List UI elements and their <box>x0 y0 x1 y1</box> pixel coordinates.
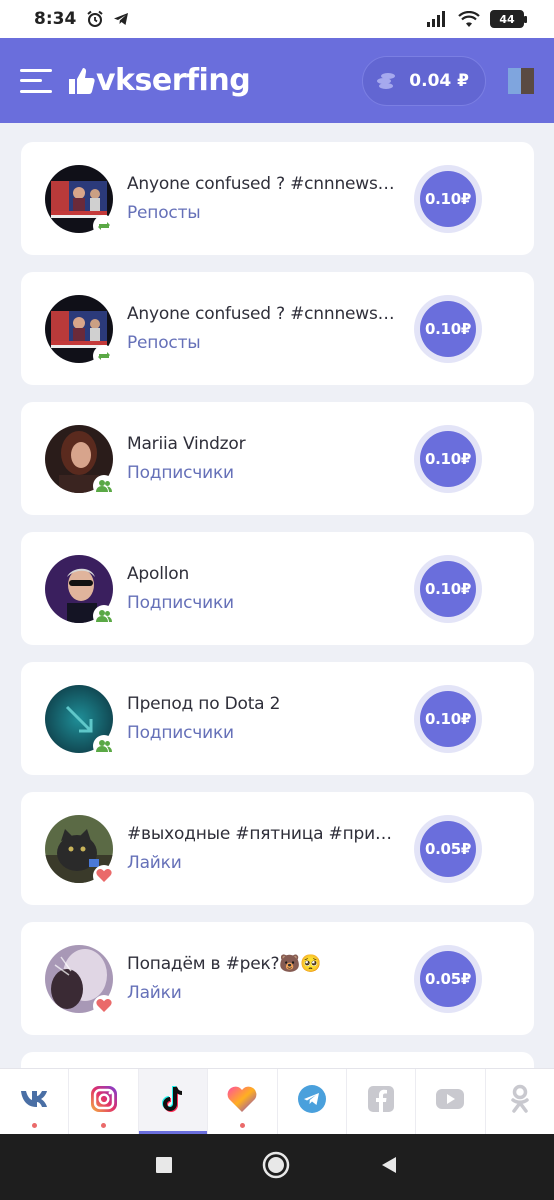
task-card[interactable]: Mariia Vindzor Подписчики 0.10₽ <box>21 402 534 515</box>
battery-level: 44 <box>499 12 515 26</box>
price-button[interactable]: 0.05₽ <box>414 814 482 883</box>
price-value: 0.05₽ <box>420 950 476 1007</box>
task-type: Подписчики <box>127 463 234 483</box>
coins-icon <box>377 72 396 89</box>
followers-icon <box>93 474 115 497</box>
status-bar: 8:34 44 <box>0 0 554 38</box>
task-type: Лайки <box>127 853 182 873</box>
nav-odnoklassniki[interactable] <box>486 1069 554 1134</box>
signal-icon <box>427 11 445 27</box>
nav-tiktok[interactable] <box>138 1069 209 1134</box>
repost-icon <box>93 214 115 237</box>
task-avatar <box>45 294 115 367</box>
facebook-icon <box>366 1084 396 1119</box>
nav-vk[interactable] <box>0 1069 70 1134</box>
task-card[interactable]: #выходные #пятница #приколы Лайки 0.05₽ <box>21 792 534 905</box>
heart-icon <box>93 994 115 1017</box>
task-type: Подписчики <box>127 723 234 743</box>
task-title: #выходные #пятница #приколы <box>127 824 397 844</box>
price-button[interactable]: 0.10₽ <box>414 294 482 363</box>
price-button[interactable]: 0.10₽ <box>414 424 482 493</box>
nav-telegram[interactable] <box>278 1069 347 1134</box>
thumbs-up-logo-icon <box>69 67 95 94</box>
nav-youtube[interactable] <box>416 1069 486 1134</box>
task-avatar <box>45 554 115 627</box>
price-value: 0.05₽ <box>420 820 476 877</box>
price-button[interactable]: 0.10₽ <box>414 684 482 753</box>
task-list: Anyone confused ? #cnnnews #tr Репосты 0.1… <box>21 142 534 1109</box>
task-type: Репосты <box>127 333 201 353</box>
task-title: Anyone confused ? #cnnnews #tr <box>127 304 397 324</box>
telegram-status-icon <box>114 13 129 25</box>
vk-icon <box>19 1089 49 1114</box>
task-avatar <box>45 424 115 497</box>
task-avatar <box>45 684 115 757</box>
price-button[interactable]: 0.05₽ <box>414 944 482 1013</box>
task-title: Apollon <box>127 564 190 584</box>
price-button[interactable]: 0.10₽ <box>414 554 482 623</box>
logo-text: vkserfing <box>96 63 251 98</box>
status-time: 8:34 <box>34 9 77 29</box>
task-avatar <box>45 944 115 1017</box>
price-value: 0.10₽ <box>420 300 476 357</box>
task-type: Репосты <box>127 203 201 223</box>
home-button[interactable] <box>262 1151 290 1184</box>
recents-button[interactable] <box>155 1156 173 1179</box>
notification-dot <box>101 1123 107 1128</box>
tiktok-icon <box>159 1084 187 1119</box>
nav-instagram[interactable] <box>69 1069 139 1134</box>
likee-icon <box>226 1085 258 1118</box>
repost-icon <box>93 344 115 367</box>
heart-icon <box>93 864 115 887</box>
telegram-icon <box>297 1084 327 1119</box>
task-card[interactable]: Попадём в #рек?🐻🥺 Лайки 0.05₽ <box>21 922 534 1035</box>
menu-icon[interactable] <box>20 68 52 93</box>
app-header: vkserfing 0.04 ₽ <box>0 38 554 123</box>
task-title: Mariia Vindzor <box>127 434 246 454</box>
instagram-icon <box>89 1084 119 1119</box>
task-card[interactable]: Anyone confused ? #cnnnews #tr Репосты 0.1… <box>21 142 534 255</box>
back-button[interactable] <box>379 1155 399 1180</box>
task-title: Anyone confused ? #cnnnews #tr <box>127 174 397 194</box>
wifi-icon <box>458 10 480 27</box>
task-type: Подписчики <box>127 593 234 613</box>
network-nav <box>0 1068 554 1134</box>
price-value: 0.10₽ <box>420 430 476 487</box>
logo[interactable]: vkserfing <box>66 63 251 98</box>
price-button[interactable]: 0.10₽ <box>414 164 482 233</box>
price-value: 0.10₽ <box>420 690 476 747</box>
task-title: Попадём в #рек?🐻🥺 <box>127 954 322 974</box>
nav-facebook[interactable] <box>347 1069 417 1134</box>
task-card[interactable]: Препод по Dota 2 Подписчики 0.10₽ <box>21 662 534 775</box>
balance-pill[interactable]: 0.04 ₽ <box>362 55 486 106</box>
task-avatar <box>45 814 115 887</box>
task-card[interactable]: Anyone confused ? #cnnnews #tr Репосты 0.1… <box>21 272 534 385</box>
system-nav-bar <box>0 1134 554 1200</box>
task-card[interactable]: Apollon Подписчики 0.10₽ <box>21 532 534 645</box>
price-value: 0.10₽ <box>420 560 476 617</box>
nav-likee[interactable] <box>208 1069 278 1134</box>
notification-dot <box>31 1123 37 1128</box>
alarm-icon <box>87 10 103 27</box>
user-avatar[interactable] <box>508 67 534 94</box>
odnoklassniki-icon <box>509 1084 531 1119</box>
task-type: Лайки <box>127 983 182 1003</box>
task-title: Препод по Dota 2 <box>127 694 281 714</box>
balance-value: 0.04 ₽ <box>409 70 469 91</box>
notification-dot <box>239 1123 245 1128</box>
followers-icon <box>93 604 115 627</box>
followers-icon <box>93 734 115 757</box>
youtube-icon <box>435 1088 465 1115</box>
task-avatar <box>45 164 115 237</box>
battery-icon: 44 <box>490 10 527 28</box>
price-value: 0.10₽ <box>420 170 476 227</box>
